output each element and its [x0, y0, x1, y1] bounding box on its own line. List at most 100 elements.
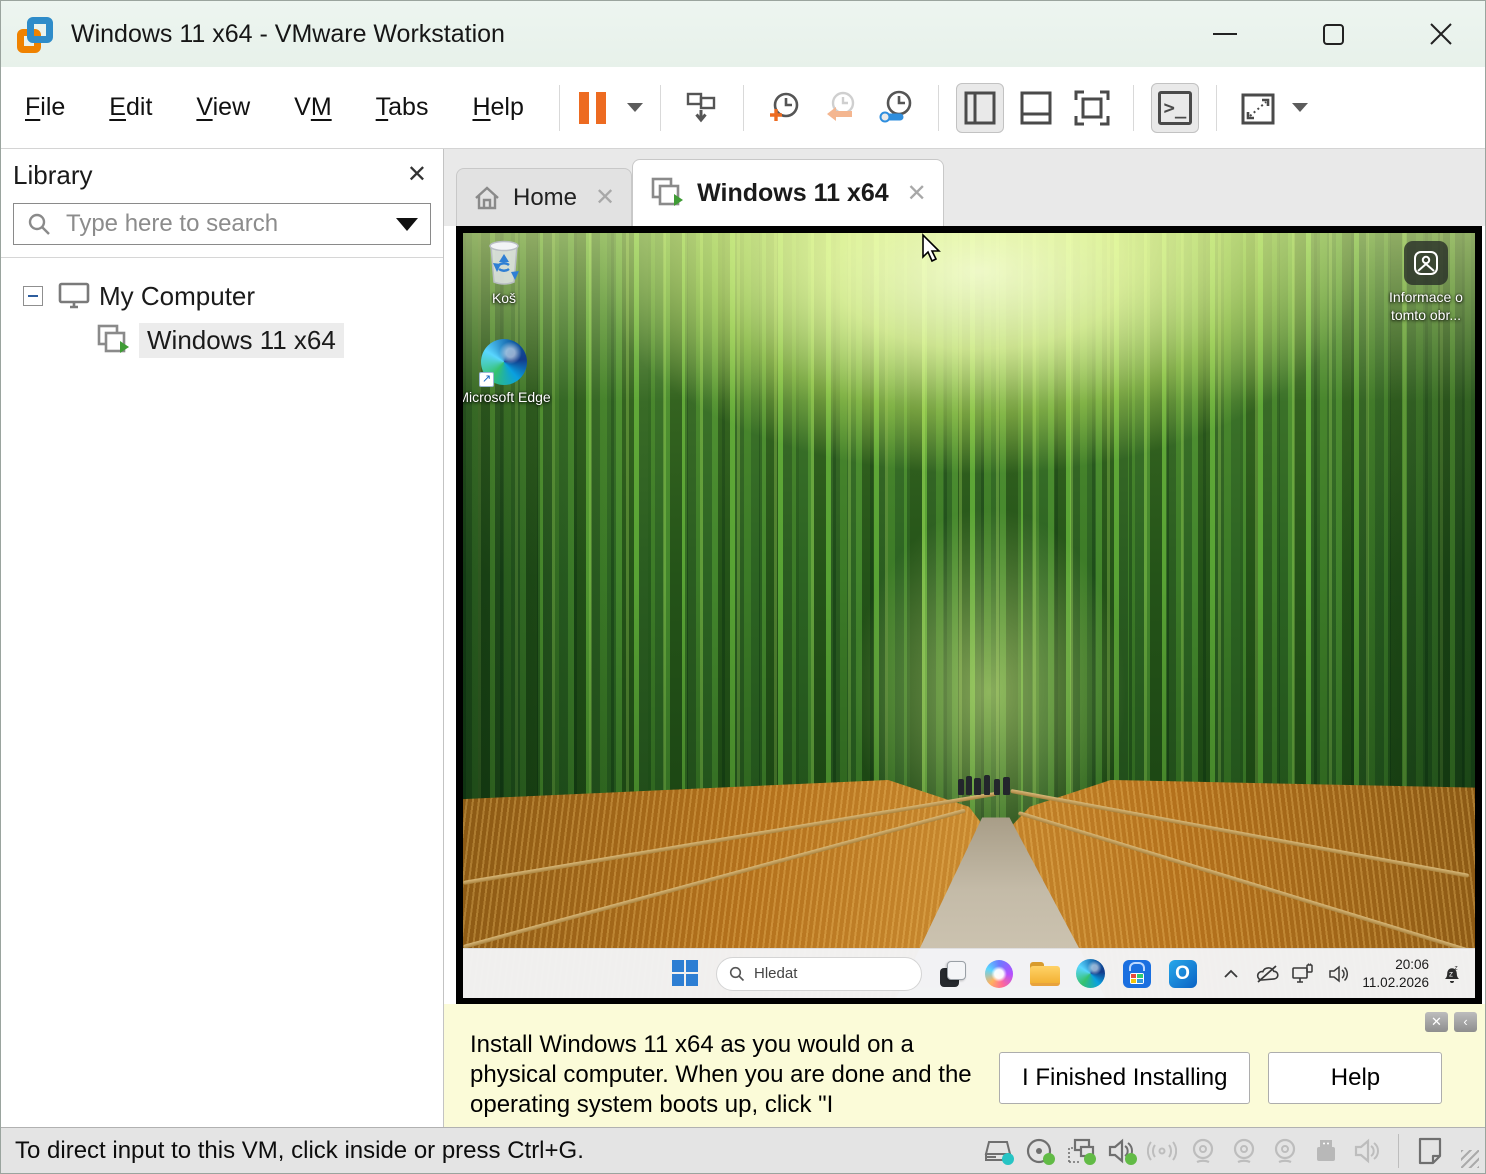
take-snapshot-icon	[765, 88, 805, 128]
sound-icon[interactable]	[1105, 1135, 1137, 1167]
revert-snapshot-icon	[821, 88, 861, 128]
launch-console-button[interactable]: >_	[1151, 83, 1199, 133]
message-log-icon[interactable]	[1414, 1135, 1446, 1167]
thumbnail-bar-icon	[1018, 88, 1054, 128]
vm-running-icon	[649, 176, 685, 210]
edge-icon: ↗	[481, 339, 527, 385]
console-icon: >_	[1158, 91, 1192, 125]
tab-label: Home	[513, 184, 577, 212]
menu-file[interactable]: File	[25, 93, 65, 122]
volume-icon[interactable]	[1326, 961, 1352, 987]
library-search-box[interactable]	[13, 203, 431, 245]
windows-start-icon	[672, 960, 699, 987]
notifications-bell-icon[interactable]: z z	[1439, 961, 1465, 987]
tab-windows-11-x64[interactable]: Windows 11 x64 ✕	[632, 159, 944, 226]
menu-tabs[interactable]: Tabs	[376, 93, 429, 122]
collapse-expander-icon[interactable]	[23, 286, 43, 306]
maximize-button[interactable]	[1315, 16, 1351, 52]
desktop-icon-microsoft-edge[interactable]: ↗ Microsoft Edge	[463, 339, 552, 407]
menu-help[interactable]: Help	[472, 93, 523, 122]
tab-close-icon[interactable]: ✕	[907, 179, 927, 208]
show-library-button[interactable]	[956, 83, 1004, 133]
taskbar-start-button[interactable]	[670, 958, 701, 989]
tab-close-icon[interactable]: ✕	[595, 183, 615, 212]
pause-dropdown-caret-icon[interactable]	[627, 103, 643, 112]
menu-edit[interactable]: Edit	[109, 93, 152, 122]
network-icon[interactable]	[1290, 961, 1316, 987]
network-adapter-icon[interactable]	[1064, 1135, 1096, 1167]
tree-item-label: Windows 11 x64	[139, 323, 344, 358]
toolbar-separator	[660, 85, 661, 131]
help-button[interactable]: Help	[1268, 1052, 1442, 1104]
vm-screen-frame[interactable]: Koš ↗ Microsoft Edge	[456, 226, 1482, 1004]
library-panel: Library ✕ My Computer	[1, 149, 444, 1127]
taskbar-store-button[interactable]	[1121, 958, 1152, 989]
vmware-workstation-window: Windows 11 x64 - VMware Workstation File…	[0, 0, 1486, 1174]
minimize-button[interactable]	[1207, 16, 1243, 52]
menu-vm[interactable]: VM	[294, 93, 332, 122]
menu-view[interactable]: View	[196, 93, 250, 122]
library-search-input[interactable]	[66, 210, 382, 238]
status-bar: To direct input to this VM, click inside…	[1, 1127, 1485, 1173]
send-ctrl-alt-del-button[interactable]	[678, 83, 726, 133]
tree-item-windows-11-x64[interactable]: Windows 11 x64	[1, 318, 443, 362]
title-bar: Windows 11 x64 - VMware Workstation	[1, 1, 1485, 67]
install-hint-message: Install Windows 11 x64 as you would on a…	[470, 1030, 975, 1121]
cd-dvd-icon[interactable]	[1023, 1135, 1055, 1167]
take-snapshot-button[interactable]	[761, 83, 809, 133]
status-message: To direct input to this VM, click inside…	[15, 1137, 584, 1165]
free-stretch-icon	[1238, 88, 1278, 128]
close-button[interactable]	[1423, 16, 1459, 52]
manage-snapshots-icon	[877, 88, 917, 128]
vm-taskbar: Hledat O	[463, 948, 1475, 998]
desktop-icon-recycle-bin[interactable]: Koš	[463, 238, 552, 308]
tab-strip: Home ✕ Windows 11 x64 ✕	[444, 149, 1485, 226]
hint-collapse-icon[interactable]: ‹	[1454, 1012, 1477, 1032]
taskbar-outlook-button[interactable]: O	[1167, 958, 1198, 989]
spotlight-picture-icon	[1404, 241, 1448, 285]
recycle-bin-icon	[481, 238, 527, 286]
taskbar-clock[interactable]: 20:06 11.02.2026	[1362, 956, 1429, 991]
pause-button[interactable]	[569, 83, 617, 133]
taskbar-copilot-button[interactable]	[983, 958, 1014, 989]
search-dropdown-caret-icon[interactable]	[396, 218, 418, 231]
toolbar-separator	[1216, 85, 1217, 131]
shortcut-arrow-icon: ↗	[479, 372, 494, 387]
computer-icon	[57, 281, 91, 311]
manage-snapshots-button[interactable]	[873, 83, 921, 133]
file-explorer-icon	[1030, 962, 1060, 986]
taskbar-file-explorer-button[interactable]	[1029, 958, 1060, 989]
onedrive-offline-icon[interactable]	[1254, 961, 1280, 987]
install-hint-bar: Install Windows 11 x64 as you would on a…	[444, 1004, 1485, 1127]
webcam-2-icon	[1228, 1135, 1260, 1167]
library-close-icon[interactable]: ✕	[407, 163, 427, 187]
task-view-icon	[940, 961, 966, 987]
hint-close-icon[interactable]: ✕	[1425, 1012, 1448, 1032]
clock-date: 11.02.2026	[1362, 974, 1429, 992]
search-icon	[26, 211, 52, 237]
hard-disk-icon[interactable]	[982, 1135, 1014, 1167]
tree-item-my-computer[interactable]: My Computer	[1, 274, 443, 318]
webcam-3-icon	[1269, 1135, 1301, 1167]
svg-text:z: z	[1455, 964, 1458, 971]
vmware-logo-icon	[17, 15, 55, 53]
vm-display[interactable]: Koš ↗ Microsoft Edge	[463, 233, 1475, 998]
toolbar-separator	[1133, 85, 1134, 131]
pause-icon	[579, 92, 606, 124]
resize-grip[interactable]	[1461, 1150, 1479, 1168]
stretch-dropdown-caret-icon[interactable]	[1292, 103, 1308, 112]
taskbar-edge-button[interactable]	[1075, 958, 1106, 989]
taskbar-search-box[interactable]: Hledat	[716, 957, 922, 991]
content-area: Home ✕ Windows 11 x64 ✕	[444, 149, 1485, 1127]
revert-snapshot-button[interactable]	[817, 83, 865, 133]
tray-hidden-icons-chevron[interactable]	[1218, 961, 1244, 987]
outlook-icon: O	[1169, 960, 1197, 988]
taskbar-task-view-button[interactable]	[937, 958, 968, 989]
i-finished-installing-button[interactable]: I Finished Installing	[999, 1052, 1250, 1104]
full-screen-button[interactable]	[1068, 83, 1116, 133]
show-thumbnail-bar-button[interactable]	[1012, 83, 1060, 133]
desktop-icon-spotlight-info[interactable]: Informace o tomto obr...	[1376, 241, 1475, 324]
webcam-1-icon	[1187, 1135, 1219, 1167]
tab-home[interactable]: Home ✕	[456, 168, 632, 226]
free-stretch-button[interactable]	[1234, 83, 1282, 133]
